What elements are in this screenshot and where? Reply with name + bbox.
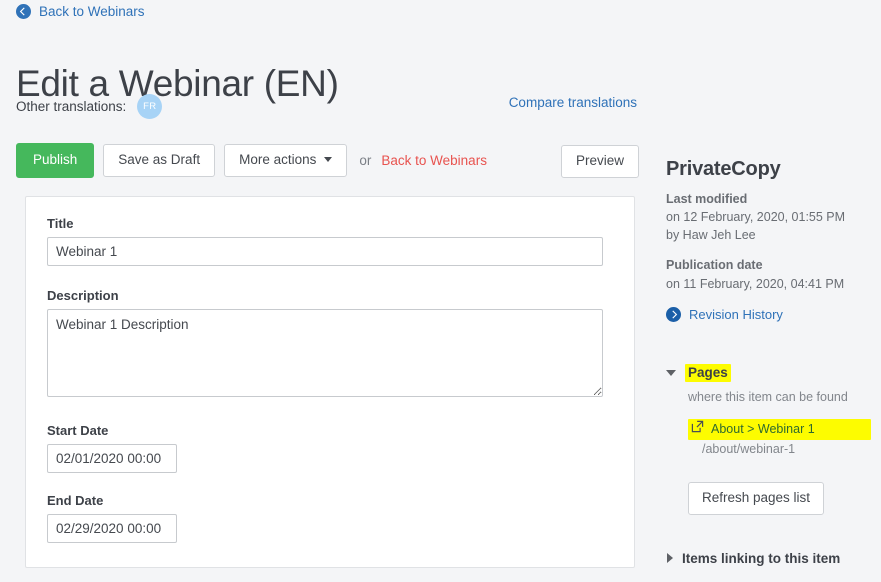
more-actions-button[interactable]: More actions <box>224 144 348 177</box>
other-translations-row: Other translations: FR <box>16 94 163 119</box>
back-to-webinars-nav-label: Back to Webinars <box>39 4 145 19</box>
description-field-label: Description <box>47 288 119 303</box>
compare-translations-link[interactable]: Compare translations <box>509 95 637 110</box>
preview-button[interactable]: Preview <box>561 145 640 178</box>
title-input[interactable] <box>47 237 603 266</box>
edit-webinar-form-card: Title Description Webinar 1 Description … <box>25 196 635 568</box>
title-field-group: Title <box>47 216 603 266</box>
translation-badge-fr[interactable]: FR <box>137 94 163 119</box>
chevron-down-icon <box>666 369 676 376</box>
start-date-field-label: Start Date <box>47 423 109 438</box>
revision-history-link[interactable]: Revision History <box>666 306 871 322</box>
pages-section-subtitle: where this item can be found <box>688 389 848 404</box>
page-entry: About > Webinar 1 /about/webinar-1 <box>688 419 871 456</box>
action-toolbar: Publish Save as Draft More actions or Ba… <box>16 143 487 178</box>
publish-button[interactable]: Publish <box>16 143 95 178</box>
description-field-group: Description Webinar 1 Description <box>47 288 603 397</box>
chevron-right-icon <box>667 553 673 564</box>
items-linking-section-toggle[interactable]: Items linking to this item <box>667 551 871 566</box>
save-as-draft-button[interactable]: Save as Draft <box>103 144 216 177</box>
toolbar-back-to-webinars-link[interactable]: Back to Webinars <box>381 153 487 168</box>
external-link-icon <box>691 420 704 438</box>
last-modified-date: on 12 February, 2020, 01:55 PM <box>666 210 846 225</box>
page-entry-row[interactable]: About > Webinar 1 <box>688 419 871 441</box>
last-modified-heading: Last modified <box>666 192 748 206</box>
start-date-field-group: Start Date <box>47 423 177 473</box>
page-entry-path: /about/webinar-1 <box>702 442 796 457</box>
publication-date-heading: Publication date <box>666 258 763 273</box>
pages-section-title: Pages <box>685 363 731 382</box>
chevron-down-icon <box>324 157 333 163</box>
refresh-pages-list-button[interactable]: Refresh pages list <box>688 482 825 515</box>
items-linking-section-title: Items linking to this item <box>682 550 841 566</box>
other-translations-label: Other translations: <box>16 99 127 114</box>
arrow-circle-left-icon <box>16 4 31 19</box>
page-entry-link[interactable]: About > Webinar 1 <box>711 422 815 436</box>
title-field-label: Title <box>47 216 74 231</box>
start-date-input[interactable] <box>47 444 177 473</box>
more-actions-label: More actions <box>239 152 317 167</box>
publication-date-value: on 11 February, 2020, 04:41 PM <box>666 276 845 291</box>
or-separator-text: or <box>359 152 372 168</box>
description-textarea[interactable]: Webinar 1 Description <box>47 309 603 397</box>
end-date-field-group: End Date <box>47 493 177 543</box>
back-to-webinars-nav-link[interactable]: Back to Webinars <box>16 4 145 19</box>
arrow-circle-right-icon <box>666 306 681 322</box>
pages-section-toggle[interactable]: Pages <box>666 363 871 382</box>
end-date-field-label: End Date <box>47 493 104 508</box>
item-info-sidebar: PrivateCopy Last modified on 12 February… <box>666 158 871 566</box>
revision-history-label: Revision History <box>689 306 783 322</box>
last-modified-block: Last modified on 12 February, 2020, 01:5… <box>666 190 871 244</box>
end-date-input[interactable] <box>47 514 177 543</box>
last-modified-author: by Haw Jeh Lee <box>666 228 756 243</box>
publication-date-block: Publication date on 11 February, 2020, 0… <box>666 256 871 292</box>
sidebar-item-title: PrivateCopy <box>666 158 781 180</box>
